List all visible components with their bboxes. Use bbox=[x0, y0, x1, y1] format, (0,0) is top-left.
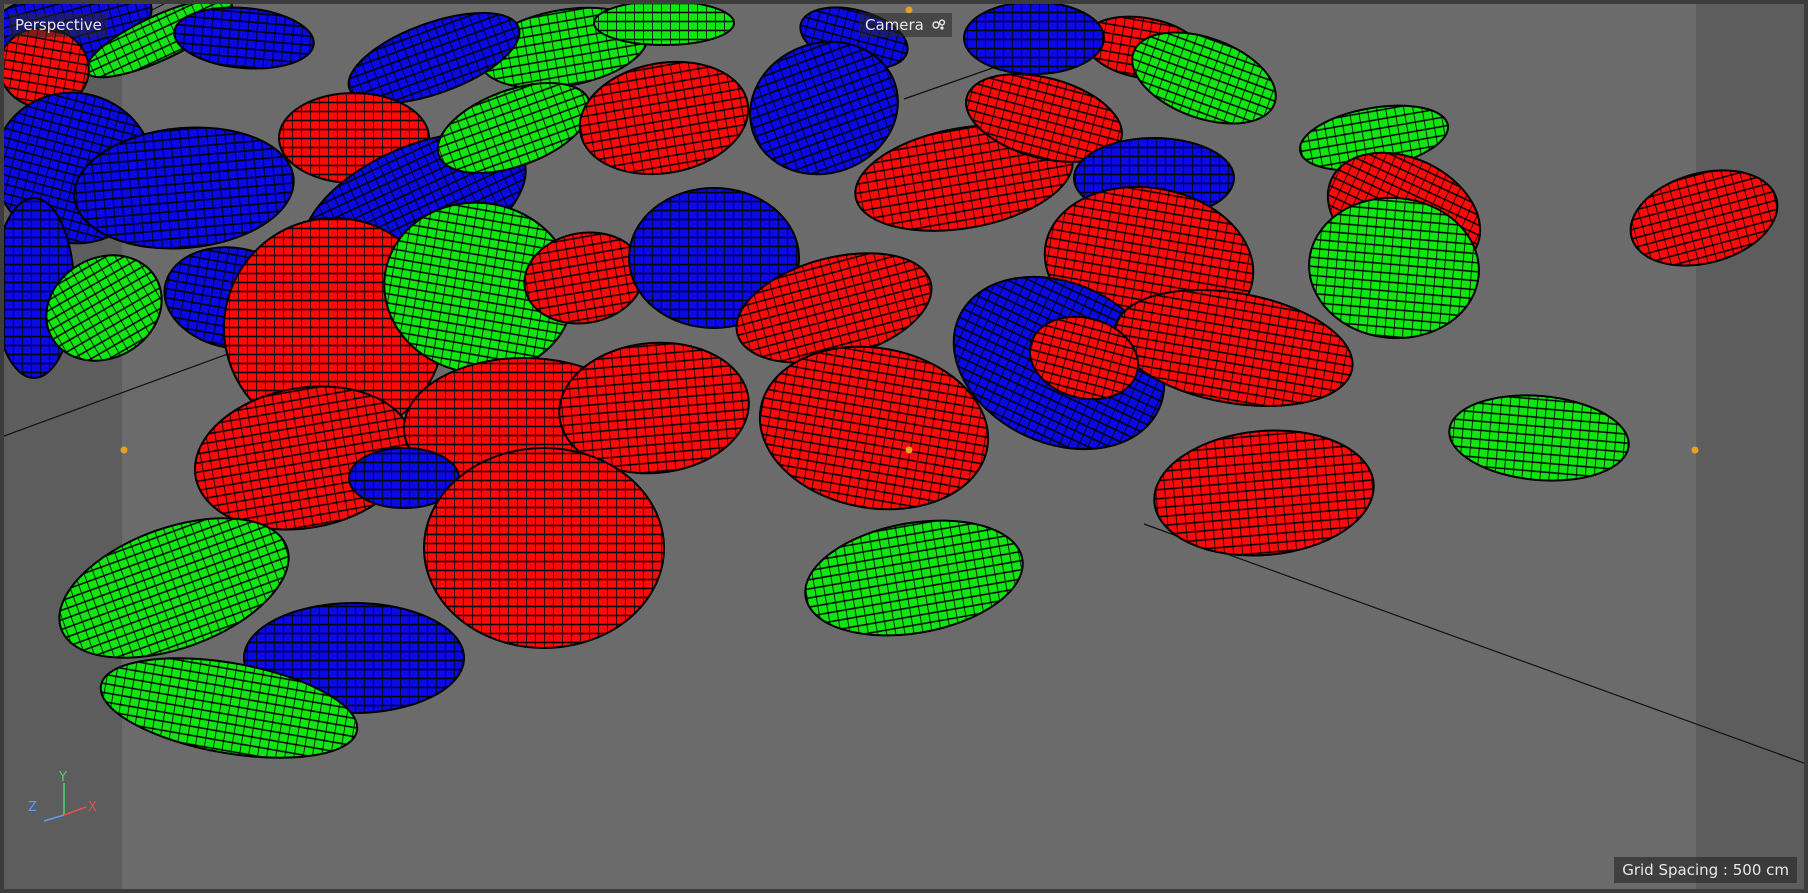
axis-z-label: Z bbox=[28, 800, 37, 815]
safe-frame-right bbox=[1696, 4, 1804, 889]
camera-label[interactable]: Camera bbox=[859, 13, 952, 37]
grid-spacing-text: Grid Spacing : 500 cm bbox=[1622, 861, 1789, 879]
frame-handle-center bbox=[905, 446, 913, 454]
frame-handle-bottom bbox=[906, 890, 913, 893]
view-name-label[interactable]: Perspective bbox=[9, 13, 108, 37]
green-petal[interactable] bbox=[593, 4, 735, 46]
3d-viewport[interactable]: Perspective Camera Y X Z Grid Spacing : … bbox=[0, 0, 1808, 893]
axis-y-label: Y bbox=[58, 770, 67, 785]
viewport-scene[interactable] bbox=[4, 4, 1808, 893]
green-petal[interactable] bbox=[796, 505, 1032, 652]
red-petal[interactable] bbox=[423, 447, 665, 649]
axis-gizmo-icon: Y X Z bbox=[28, 770, 97, 822]
frame-handle-right bbox=[1691, 446, 1699, 454]
axis-x-label: X bbox=[88, 800, 97, 815]
petal-cloud bbox=[4, 4, 1779, 759]
camera-label-text: Camera bbox=[865, 16, 924, 34]
frame-handle-left bbox=[120, 446, 128, 454]
view-name-text: Perspective bbox=[15, 16, 102, 34]
grid-spacing-readout: Grid Spacing : 500 cm bbox=[1614, 857, 1797, 883]
camera-icon[interactable] bbox=[931, 19, 946, 31]
blue-petal[interactable] bbox=[172, 4, 317, 74]
red-petal[interactable] bbox=[1149, 422, 1379, 565]
blue-petal[interactable] bbox=[963, 4, 1105, 75]
green-petal[interactable] bbox=[1446, 388, 1633, 487]
